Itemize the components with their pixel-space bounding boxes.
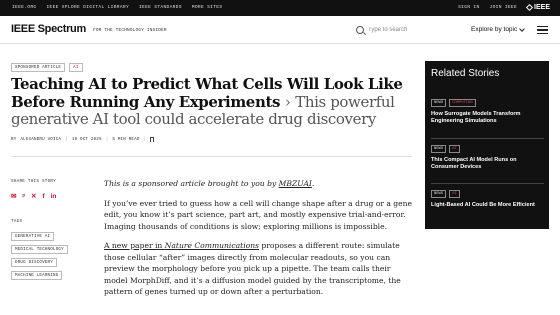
related-story-title[interactable]: Light-Based AI Could Be More Efficient (431, 202, 544, 209)
top-link-standards[interactable]: IEEE STANDARDS (139, 5, 182, 10)
intro-text: This is a sponsored article brought to y… (104, 179, 279, 188)
related-tag: AI (449, 145, 460, 153)
tag-machine-learning[interactable]: MACHINE LEARNING (11, 271, 63, 280)
journal-name: Nature Communications (164, 241, 259, 250)
flipboard-share-icon[interactable]: ᵖ (22, 193, 25, 201)
related-stories-heading: Related Stories (431, 68, 500, 79)
site-tagline: FOR THE TECHNOLOGY INSIDER (93, 28, 167, 33)
top-link-xplore[interactable]: IEEE XPLORE DIGITAL LIBRARY (46, 5, 129, 10)
paragraph-2: A new paper in Nature Communications pro… (104, 240, 416, 298)
tag-medical-technology[interactable]: MEDICAL TECHNOLOGY (11, 245, 68, 254)
author-link[interactable]: ALEXANDRU VOICA (20, 138, 61, 142)
related-story-3[interactable]: NEWS AI Light-Based AI Could Be More Eff… (431, 190, 544, 209)
sponsored-badge[interactable]: SPONSORED ARTICLE (11, 63, 66, 72)
ieee-logo[interactable]: IEEE (526, 3, 550, 12)
top-link-ieee-org[interactable]: IEEE.ORG (12, 5, 36, 10)
byline-prefix: BY (11, 137, 17, 142)
related-story-tags: NEWS COMPUTING (431, 99, 544, 107)
related-tag: NEWS (431, 190, 447, 198)
top-link-more-sites[interactable]: MORE SITES (192, 5, 223, 10)
article-badges: SPONSORED ARTICLE AI (11, 63, 83, 72)
byline: BY ALEXANDRU VOICA | 10 OCT 2025 | 5 MIN… (11, 137, 155, 142)
header-divider (11, 156, 412, 157)
sponsor-intro: This is a sponsored article brought to y… (104, 178, 416, 190)
read-time: 5 MIN READ (112, 137, 140, 142)
related-story-tags: NEWS AI (431, 145, 544, 153)
publish-date: 10 OCT 2025 (71, 137, 102, 142)
explore-by-topic-button[interactable]: Explore by topic (471, 25, 526, 33)
byline-divider: | (65, 137, 68, 142)
top-links: IEEE.ORG IEEE XPLORE DIGITAL LIBRARY IEE… (12, 5, 222, 10)
x-share-icon[interactable]: ✕ (31, 193, 36, 201)
related-tag: NEWS (431, 145, 447, 153)
explore-label: Explore by topic (471, 26, 518, 33)
related-tag: COMPUTING (449, 99, 476, 107)
tag-generative-ai[interactable]: GENERATIVE AI (11, 232, 55, 241)
article-body: This is a sponsored article brought to y… (104, 178, 416, 306)
paragraph-1: If you’ve ever tried to guess how a cell… (104, 198, 413, 231)
related-tag: NEWS (431, 99, 447, 107)
search-input[interactable] (368, 27, 458, 33)
spectrum-logo[interactable]: IEEE Spectrum (11, 23, 86, 35)
tag-list: GENERATIVE AI MEDICAL TECHNOLOGY DRUG DI… (11, 232, 68, 280)
linkedin-share-icon[interactable]: in (51, 193, 57, 201)
ieee-logo-text: IEEE (534, 4, 550, 11)
byline-divider: | (143, 137, 147, 142)
top-right: SIGN IN JOIN IEEE IEEE (458, 3, 550, 12)
tags-label: TAGS (11, 220, 23, 224)
facebook-share-icon[interactable]: f (42, 193, 44, 201)
related-story-title[interactable]: How Surrogate Models Transform Engineeri… (431, 111, 544, 125)
related-divider (431, 183, 544, 184)
topic-badge-ai[interactable]: AI (69, 63, 83, 72)
share-label: SHARE THIS STORY (11, 180, 57, 184)
related-divider (431, 138, 544, 139)
related-story-title[interactable]: This Compact AI Model Runs on Consumer D… (431, 157, 544, 171)
share-icons: ✉ ᵖ ✕ f in (11, 193, 56, 201)
related-story-2[interactable]: NEWS AI This Compact AI Model Runs on Co… (431, 145, 544, 171)
tag-drug-discovery[interactable]: DRUG DISCOVERY (11, 258, 57, 267)
site-header: IEEE Spectrum FOR THE TECHNOLOGY INSIDER… (0, 16, 560, 44)
bookmark-icon[interactable] (150, 137, 155, 142)
article-headline: Teaching AI to Predict What Cells Will L… (11, 75, 411, 129)
related-story-1[interactable]: NEWS COMPUTING How Surrogate Models Tran… (431, 99, 544, 125)
email-share-icon[interactable]: ✉ (11, 193, 16, 201)
top-bar: IEEE.ORG IEEE XPLORE DIGITAL LIBRARY IEE… (0, 0, 560, 16)
search-icon[interactable] (356, 26, 364, 34)
hamburger-menu-icon[interactable] (537, 26, 548, 36)
chevron-down-icon (519, 25, 526, 32)
title-separator: › (284, 92, 291, 111)
sponsor-link[interactable]: MBZUAI (279, 179, 312, 188)
sign-in-link[interactable]: SIGN IN (458, 5, 479, 10)
ieee-diamond-icon (526, 3, 534, 12)
related-stories-panel: Related Stories NEWS COMPUTING How Surro… (425, 61, 549, 229)
search-box[interactable] (356, 22, 461, 38)
related-tag: AI (449, 190, 460, 198)
related-story-tags: NEWS AI (431, 190, 544, 198)
join-link[interactable]: JOIN IEEE (490, 5, 518, 10)
paper-link[interactable]: A new paper in Nature Communications (104, 241, 259, 250)
paper-link-text: A new paper in (104, 241, 165, 250)
intro-suffix: . (311, 179, 315, 188)
byline-divider: | (105, 137, 109, 142)
